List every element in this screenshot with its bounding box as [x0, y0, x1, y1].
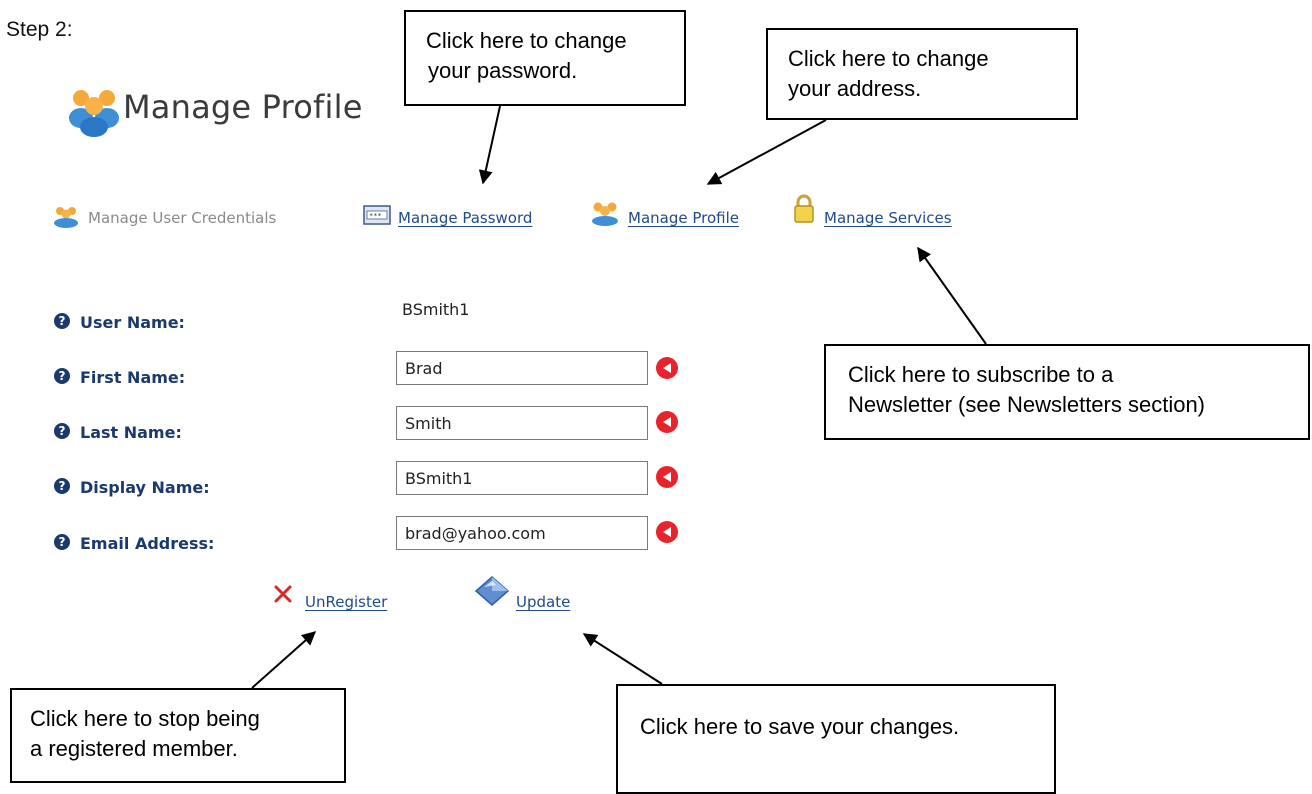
nav-manage-services[interactable]: Manage Services: [824, 209, 952, 227]
callout-newsletter: Click here to subscribe to a Newsletter …: [824, 344, 1310, 440]
padlock-icon: [793, 194, 815, 224]
callout-update: Click here to save your changes.: [616, 684, 1056, 794]
callout-password-line2: your password.: [428, 58, 578, 83]
help-icon-email[interactable]: ?: [54, 534, 70, 550]
nav-profile-users-icon: [590, 200, 620, 226]
first-name-field[interactable]: [396, 351, 648, 385]
callout-newsletter-line1: Click here to subscribe to a: [848, 362, 1114, 387]
required-arrow-icon: [656, 411, 678, 433]
diamond-icon: [474, 575, 510, 607]
callout-address: Click here to change your address.: [766, 28, 1078, 120]
callout-address-line2: your address.: [788, 76, 922, 101]
callout-password-line1: Click here to change: [426, 28, 627, 53]
title-users-icon: [66, 82, 122, 138]
arrow-to-password: [478, 105, 501, 185]
display-name-field[interactable]: [396, 461, 648, 495]
callout-address-line1: Click here to change: [788, 46, 989, 71]
user-name-value: BSmith1: [402, 300, 470, 319]
callout-newsletter-line2: Newsletter (see Newsletters section): [848, 392, 1206, 417]
callout-update-line1: Click here to save your changes.: [640, 714, 960, 739]
help-icon-user-name[interactable]: ?: [54, 313, 70, 329]
required-arrow-icon: [656, 466, 678, 488]
keypad-icon: ***: [363, 205, 391, 225]
callout-unregister-line2: a registered member.: [30, 736, 238, 761]
help-icon-first-name[interactable]: ?: [54, 368, 70, 384]
arrow-to-services: [917, 246, 987, 345]
nav-manage-profile[interactable]: Manage Profile: [628, 209, 739, 227]
update-link[interactable]: Update: [516, 593, 570, 611]
arrow-to-profile: [706, 119, 827, 185]
nav-credentials-icon: [52, 204, 80, 228]
label-email-address: Email Address:: [80, 534, 215, 553]
required-arrow-icon: [656, 357, 678, 379]
x-icon: [272, 583, 294, 605]
svg-text:***: ***: [369, 212, 382, 220]
help-icon-last-name[interactable]: ?: [54, 423, 70, 439]
label-user-name: User Name:: [80, 313, 185, 332]
arrow-to-update: [582, 633, 663, 685]
unregister-link[interactable]: UnRegister: [305, 593, 387, 611]
help-icon-display-name[interactable]: ?: [54, 478, 70, 494]
page-title: Manage Profile: [123, 88, 363, 126]
label-last-name: Last Name:: [80, 423, 182, 442]
label-display-name: Display Name:: [80, 478, 210, 497]
label-first-name: First Name:: [80, 368, 186, 387]
nav-manage-user-credentials[interactable]: Manage User Credentials: [88, 209, 276, 227]
callout-unregister: Click here to stop being a registered me…: [10, 688, 346, 783]
step-label: Step 2:: [6, 18, 73, 41]
required-arrow-icon: [656, 521, 678, 543]
callout-unregister-line1: Click here to stop being: [30, 706, 260, 731]
last-name-field[interactable]: [396, 406, 648, 440]
arrow-to-unregister: [251, 631, 317, 689]
email-field[interactable]: [396, 516, 648, 550]
callout-password: Click here to change your password.: [404, 10, 686, 106]
nav-manage-password[interactable]: Manage Password: [398, 209, 532, 227]
